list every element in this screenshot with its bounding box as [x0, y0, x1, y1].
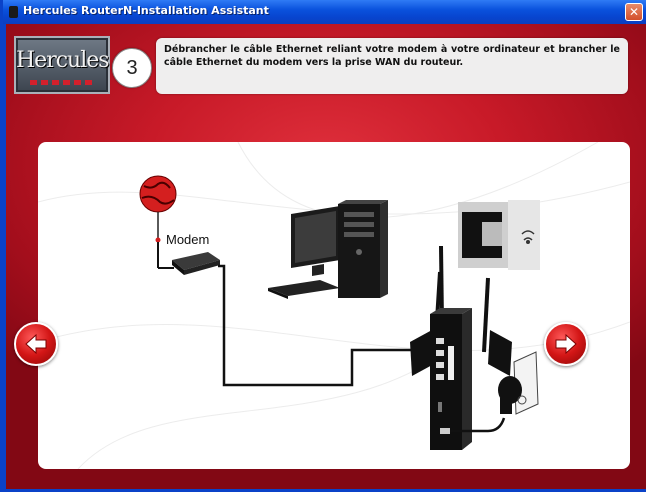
window-title: Hercules RouterN-Installation Assistant [23, 4, 269, 17]
hercules-logo: Hercules [14, 36, 110, 94]
app-window: Hercules RouterN-Installation Assistant … [0, 0, 646, 492]
arrow-left-icon [25, 333, 47, 355]
step-number: 3 [112, 48, 152, 88]
back-button[interactable] [14, 322, 58, 366]
logo-text: Hercules [16, 48, 110, 73]
close-button[interactable]: ✕ [625, 3, 643, 21]
title-bar[interactable]: Hercules RouterN-Installation Assistant … [3, 0, 646, 24]
router-icon [410, 245, 512, 450]
next-button[interactable] [544, 322, 588, 366]
logo-stripe [30, 80, 96, 85]
arrow-right-icon [555, 333, 577, 355]
computer-icon [268, 200, 388, 299]
diagram-panel: Modem [38, 142, 630, 469]
modem-label: Modem [166, 232, 210, 247]
ethernet-jack-icon [458, 200, 540, 270]
wizard-body: Hercules 3 Débrancher le câble Ethernet … [6, 24, 646, 489]
instruction-text: Débrancher le câble Ethernet reliant vot… [156, 38, 628, 94]
connection-diagram [38, 142, 630, 469]
app-icon [9, 6, 18, 18]
background-swirls [38, 142, 630, 469]
